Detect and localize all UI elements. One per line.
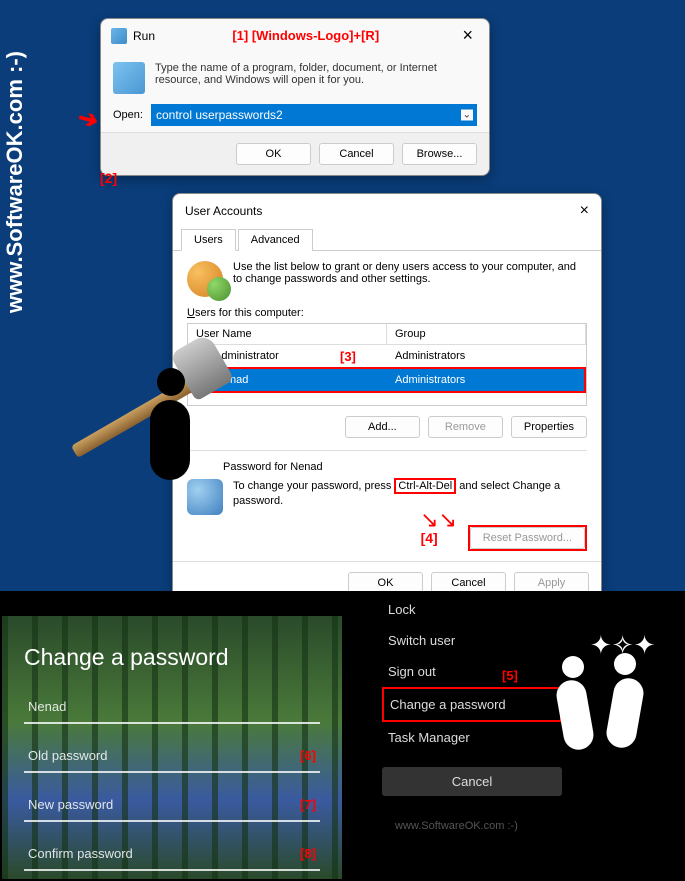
add-button[interactable]: Add... bbox=[345, 416, 420, 438]
menu-sign-out[interactable]: Sign out bbox=[382, 656, 562, 687]
key-icon bbox=[187, 479, 223, 515]
table-row[interactable]: Nenad Administrators bbox=[188, 367, 586, 393]
cell-username: Administrator bbox=[214, 350, 279, 362]
annotation-5: [5] bbox=[502, 668, 518, 683]
run-body: Type the name of a program, folder, docu… bbox=[101, 52, 489, 98]
users-table: User Name Group [3] Administrator Admini… bbox=[187, 323, 587, 406]
chevron-down-icon[interactable]: ⌄ bbox=[461, 110, 473, 121]
cancel-button[interactable]: Cancel bbox=[319, 143, 394, 165]
arrow-icon: ↘↘ bbox=[420, 507, 457, 533]
annotation-2: [2] bbox=[100, 170, 117, 186]
ctrl-alt-del-menu: Lock Switch user Sign out Change a passw… bbox=[382, 594, 562, 796]
menu-change-password[interactable]: Change a password bbox=[382, 687, 562, 722]
ctrl-alt-del-text: Ctrl-Alt-Del bbox=[394, 478, 456, 494]
ua-tabs: Users Advanced bbox=[173, 228, 601, 251]
col-username[interactable]: User Name bbox=[188, 324, 387, 344]
user-icon bbox=[196, 349, 210, 363]
ua-content: Use the list below to grant or deny user… bbox=[173, 251, 601, 561]
change-password-title: Change a password bbox=[24, 644, 320, 671]
cell-group: Administrators bbox=[387, 347, 586, 365]
site-label-vertical: www.SoftwareOK.com :-) bbox=[2, 51, 28, 313]
table-header: User Name Group bbox=[188, 324, 586, 345]
ua-titlebar: User Accounts × bbox=[173, 194, 601, 228]
new-password-field[interactable]: New password [7] bbox=[24, 789, 320, 822]
menu-lock[interactable]: Lock bbox=[382, 594, 562, 625]
cell-username: Nenad bbox=[216, 374, 248, 386]
ua-action-buttons: Add... Remove Properties bbox=[187, 416, 587, 438]
password-instruction: To change your password, press Ctrl-Alt-… bbox=[233, 479, 587, 515]
table-row[interactable]: Administrator Administrators bbox=[188, 345, 586, 367]
watermark: www.SoftwareOK.com :-) bbox=[395, 820, 518, 832]
run-program-icon bbox=[113, 62, 145, 94]
run-titlebar: Run [1] [Windows-Logo]+[R] × bbox=[101, 19, 489, 52]
browse-button[interactable]: Browse... bbox=[402, 143, 477, 165]
annotation-8: [8] bbox=[300, 846, 316, 861]
run-description: Type the name of a program, folder, docu… bbox=[155, 62, 477, 94]
password-section-title: Password for Nenad bbox=[223, 461, 587, 473]
users-for-computer-label: UUsers for this computer:sers for this c… bbox=[187, 307, 587, 319]
stick-figures-hifive: ✦✧✦ bbox=[540, 620, 685, 800]
user-icon bbox=[198, 373, 212, 387]
properties-button[interactable]: Properties bbox=[511, 416, 587, 438]
ua-title: User Accounts bbox=[185, 204, 262, 218]
ua-instruction-text: Use the list below to grant or deny user… bbox=[233, 261, 587, 297]
ua-instruction: Use the list below to grant or deny user… bbox=[187, 261, 587, 297]
username-field[interactable]: Nenad bbox=[24, 691, 320, 724]
old-password-field[interactable]: Old password [6] bbox=[24, 740, 320, 773]
reset-row: ↘↘ [4] Reset Password... bbox=[187, 525, 587, 551]
ok-button[interactable]: OK bbox=[236, 143, 311, 165]
tab-advanced[interactable]: Advanced bbox=[238, 229, 313, 251]
run-dialog: Run [1] [Windows-Logo]+[R] × Type the na… bbox=[100, 18, 490, 176]
cell-group: Administrators bbox=[387, 371, 584, 389]
menu-cancel[interactable]: Cancel bbox=[382, 767, 562, 796]
menu-task-manager[interactable]: Task Manager bbox=[382, 722, 562, 753]
col-group[interactable]: Group bbox=[387, 324, 586, 344]
run-command-input[interactable] bbox=[151, 104, 477, 126]
tab-users[interactable]: Users bbox=[181, 229, 236, 251]
password-section: Password for Nenad To change your passwo… bbox=[187, 450, 587, 551]
run-buttons: OK Cancel Browse... bbox=[101, 132, 489, 175]
reset-password-button[interactable]: Reset Password... bbox=[470, 527, 585, 549]
user-accounts-dialog: User Accounts × Users Advanced Use the l… bbox=[172, 193, 602, 605]
users-icon bbox=[187, 261, 223, 297]
open-label: Open: bbox=[113, 109, 143, 121]
menu-switch-user[interactable]: Switch user bbox=[382, 625, 562, 656]
confirm-password-field[interactable]: Confirm password [8] bbox=[24, 838, 320, 871]
arrow-icon: ➔ bbox=[75, 103, 102, 136]
annotation-6: [6] bbox=[300, 748, 316, 763]
run-icon bbox=[111, 28, 127, 44]
remove-button[interactable]: Remove bbox=[428, 416, 503, 438]
table-body: [3] Administrator Administrators Nenad A… bbox=[188, 345, 586, 405]
annotation-1: [1] [Windows-Logo]+[R] bbox=[155, 28, 456, 43]
annotation-3: [3] bbox=[340, 349, 356, 364]
close-icon[interactable]: × bbox=[456, 25, 479, 46]
annotation-7: [7] bbox=[300, 797, 316, 812]
close-icon[interactable]: × bbox=[580, 202, 589, 220]
change-password-panel: Change a password Nenad Old password [6]… bbox=[2, 616, 342, 879]
run-title: Run bbox=[133, 29, 155, 43]
run-open-row: Open: ⌄ bbox=[101, 98, 489, 132]
